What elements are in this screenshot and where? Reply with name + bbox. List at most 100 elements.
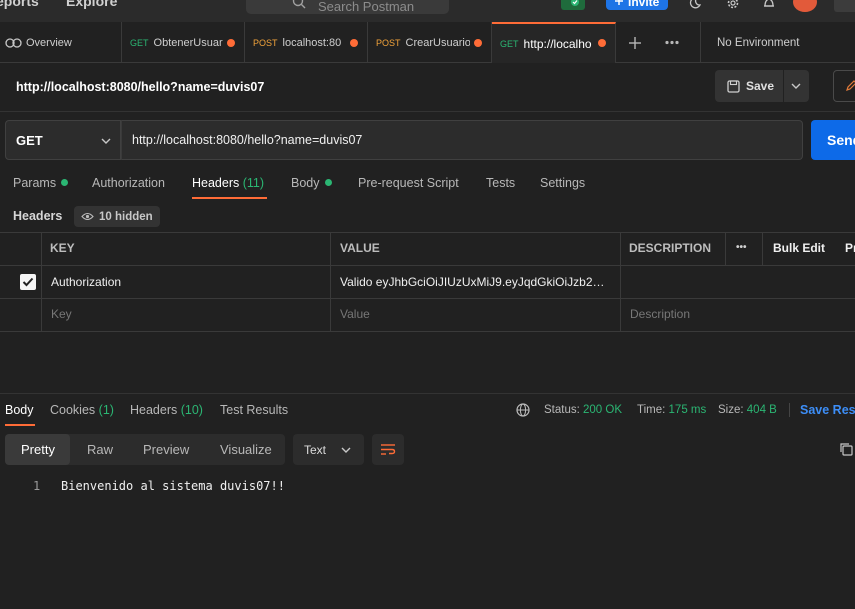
eye-icon [81,212,94,221]
tab-params[interactable]: Params [13,176,69,190]
header-enabled-checkbox[interactable] [20,274,36,290]
response-tab-headers[interactable]: Headers (10) [130,403,203,417]
active-dot [324,179,332,186]
wrap-lines-button[interactable] [372,434,404,465]
response-tab-test-results[interactable]: Test Results [220,403,288,417]
search-icon [292,0,306,9]
more-tabs-icon[interactable] [665,40,679,45]
status-value: 200 OK [583,404,623,416]
nav-explore[interactable]: Explore [66,0,117,9]
header-value-cell[interactable]: Valido eyJhbGciOiJIUzUxMiJ9.eyJqdGkiOiJz… [340,275,618,289]
active-tab-indicator [5,424,35,426]
new-description-input[interactable]: Description [630,307,690,321]
column-header-value: VALUE [340,241,380,255]
nav-reports[interactable]: eports [0,0,39,9]
response-tab-cookies[interactable]: Cookies (1) [50,403,114,417]
new-value-input[interactable]: Value [340,307,370,321]
method-select[interactable]: GET [5,120,121,160]
header-key-cell[interactable]: Authorization [51,275,121,289]
sync-status-icon[interactable] [561,0,585,10]
format-preview[interactable]: Preview [143,442,189,457]
response-status[interactable]: Status: 200 OK [544,404,622,416]
unsaved-dot [474,39,482,47]
response-size[interactable]: Size: 404 B [718,404,777,416]
presets-button[interactable]: Pr [845,241,855,255]
response-tab-body[interactable]: Body [5,403,34,417]
language-select[interactable]: Text [293,434,364,465]
bulk-edit-button[interactable]: Bulk Edit [773,241,825,255]
method-badge: POST [376,37,401,48]
tab-label: Headers [130,403,178,417]
tab-post-localhost[interactable]: POST localhost:80 [245,22,368,63]
avatar[interactable] [793,0,817,12]
format-visualize[interactable]: Visualize [220,442,272,457]
send-button[interactable]: Send [811,120,855,160]
hidden-count: 10 hidden [99,210,153,223]
size-value: 404 B [746,404,777,416]
save-label: Save [746,79,775,93]
save-response-button[interactable]: Save Resp [800,403,855,417]
tab-obtener-usuario[interactable]: GET ObtenerUsuar [122,22,245,63]
gear-icon[interactable] [726,0,740,10]
tab-label: localhost:80 [282,36,342,49]
tab-crear-usuario[interactable]: POST CrearUsuario [368,22,492,63]
headers-section-label: Headers [13,209,63,223]
pencil-icon [846,80,855,91]
bell-icon[interactable] [762,0,776,10]
format-raw[interactable]: Raw [87,442,113,457]
url-value: http://localhost:8080/hello?name=duvis07 [132,133,363,147]
url-input[interactable]: http://localhost:8080/hello?name=duvis07 [121,120,803,160]
column-header-key: KEY [50,241,75,255]
request-title[interactable]: http://localhost:8080/hello?name=duvis07 [16,80,264,94]
tab-active-request[interactable]: GET http://localho [492,22,616,63]
chevron-down-icon [791,83,801,89]
tab-label: Overview [26,36,72,49]
top-bar: eports Explore Search Postman Invite [0,0,855,22]
response-time[interactable]: Time: 175 ms [637,404,706,416]
time-label: Time: [637,404,666,416]
save-button[interactable]: Save [715,70,783,102]
save-icon [727,79,740,93]
environment-select[interactable]: No Environment [717,37,799,49]
divider [789,403,790,417]
tab-label: Params [13,176,57,190]
tab-label: CrearUsuario [405,36,470,49]
globe-icon[interactable] [516,403,530,417]
active-dot [61,179,69,186]
tab-label: Body [291,176,320,190]
tab-authorization[interactable]: Authorization [92,176,165,190]
response-body-text[interactable]: Bienvenido al sistema duvis07!! [61,479,285,493]
edit-button[interactable] [833,70,855,102]
tab-tests[interactable]: Tests [486,176,515,190]
tab-overview[interactable]: Overview [0,22,122,63]
tab-headers[interactable]: Headers (11) [192,176,264,190]
response-divider [0,393,855,394]
invite-button[interactable]: Invite [606,0,668,10]
format-pretty[interactable]: Pretty [5,434,70,465]
tab-label: http://localho [523,36,592,51]
tab-settings[interactable]: Settings [540,176,585,190]
chevron-down-icon [341,447,351,453]
new-tab-icon[interactable] [628,36,642,50]
upgrade-button[interactable] [834,0,855,12]
save-dropdown-button[interactable] [784,70,809,102]
tab-label: Headers [192,176,240,190]
chevron-down-icon [101,138,111,144]
add-user-icon [615,0,623,5]
invite-label: Invite [628,0,660,9]
search-input[interactable]: Search Postman [246,0,449,14]
hidden-headers-toggle[interactable]: 10 hidden [74,206,160,227]
column-header-description: DESCRIPTION [629,241,712,255]
moon-icon[interactable] [689,0,701,9]
unsaved-dot [350,39,358,47]
headers-count: (10) [180,403,203,417]
more-options-button[interactable]: ••• [736,242,747,253]
check-icon [22,277,34,287]
tab-prerequest-script[interactable]: Pre-request Script [358,176,459,190]
tab-body[interactable]: Body [291,176,332,190]
copy-icon[interactable] [839,442,853,456]
unsaved-dot [598,39,606,47]
divider [0,111,855,112]
method-badge: GET [500,38,519,49]
new-key-input[interactable]: Key [51,307,72,321]
